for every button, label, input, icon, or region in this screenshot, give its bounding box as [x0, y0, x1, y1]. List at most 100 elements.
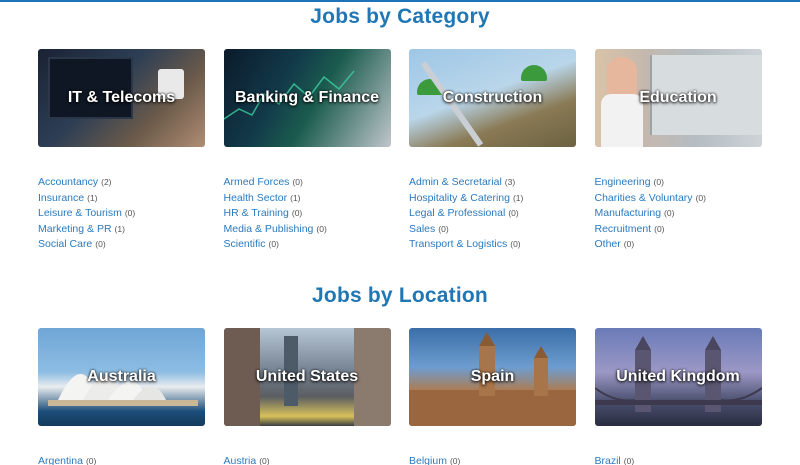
category-link[interactable]: Leisure & Tourism	[38, 207, 122, 219]
tile-united-states[interactable]: United States	[223, 328, 391, 426]
job-count: (1)	[290, 192, 301, 203]
location-tiles: Australia United States Spain United Kin…	[38, 328, 762, 426]
list-item: Health Sector (1)	[224, 191, 404, 207]
category-link[interactable]: Admin & Secretarial	[409, 176, 502, 188]
category-link[interactable]: Insurance	[38, 192, 84, 204]
job-count: (0)	[623, 456, 635, 465]
tile-label: Spain	[470, 368, 515, 385]
category-column-4: Engineering (0) Charities & Voluntary (0) …	[595, 175, 775, 253]
location-link[interactable]: Argentina	[38, 455, 83, 465]
job-count: (2)	[101, 177, 112, 187]
list-item: Austria (0)	[224, 454, 404, 465]
category-link[interactable]: Scientific	[224, 238, 266, 250]
category-link[interactable]: Legal & Professional	[409, 207, 505, 219]
category-link[interactable]: Transport & Logistics	[409, 238, 507, 250]
job-count: (0)	[316, 223, 327, 234]
job-count: (0)	[124, 208, 136, 219]
category-link[interactable]: Manufacturing	[595, 207, 662, 219]
job-count: (0)	[623, 239, 635, 250]
list-item: Recruitment (0)	[595, 222, 775, 238]
location-column-1: Argentina (0)	[38, 454, 218, 465]
category-link[interactable]: Accountancy	[38, 176, 98, 188]
tile-construction[interactable]: Construction	[409, 49, 576, 147]
list-item: Leisure & Tourism (0)	[38, 206, 218, 222]
laptop-screen-image	[48, 57, 133, 119]
list-item: Scientific (0)	[224, 237, 404, 253]
tile-label: United States	[255, 368, 359, 385]
hard-hat-right-image	[521, 65, 547, 81]
tile-united-kingdom[interactable]: United Kingdom	[594, 328, 762, 426]
category-link[interactable]: HR & Training	[224, 207, 289, 219]
list-item: Media & Publishing (0)	[224, 222, 404, 238]
list-item: Armed Forces (0)	[224, 175, 404, 191]
tile-label: Construction	[442, 89, 543, 106]
tile-it-telecoms[interactable]: IT & Telecoms	[38, 49, 205, 147]
list-item: Insurance (1)	[38, 191, 218, 207]
tile-australia[interactable]: Australia	[38, 328, 205, 426]
category-link[interactable]: Other	[595, 238, 621, 250]
job-count: (0)	[438, 223, 449, 234]
list-item: Hospitality & Catering (1)	[409, 191, 589, 207]
list-item: Brazil (0)	[595, 454, 775, 465]
section-title-location: Jobs by Location	[312, 284, 488, 307]
job-count: (0)	[508, 208, 519, 219]
category-link[interactable]: Charities & Voluntary	[595, 192, 693, 204]
category-link[interactable]: Armed Forces	[224, 176, 290, 188]
category-link[interactable]: Media & Publishing	[224, 223, 314, 235]
category-column-2: Armed Forces (0) Health Sector (1) HR & Tr…	[224, 175, 404, 253]
job-count: (0)	[654, 223, 665, 234]
tile-label: IT & Telecoms	[67, 89, 176, 106]
list-item: Transport & Logistics (0)	[409, 237, 589, 253]
job-count: (0)	[95, 239, 106, 250]
tile-education[interactable]: Education	[594, 49, 762, 147]
list-item: Argentina (0)	[38, 454, 218, 465]
list-item: Marketing & PR (1)	[38, 222, 218, 238]
category-link[interactable]: Sales	[409, 223, 435, 235]
location-link[interactable]: Brazil	[595, 455, 621, 465]
list-item: Other (0)	[595, 237, 775, 253]
job-count: (0)	[449, 456, 461, 465]
job-count: (0)	[85, 456, 97, 465]
job-count: (0)	[268, 239, 279, 250]
list-item: Social Care (0)	[38, 237, 218, 253]
location-link[interactable]: Belgium	[409, 455, 447, 465]
job-count: (0)	[291, 208, 303, 219]
job-count: (0)	[695, 192, 706, 203]
list-item: Belgium (0)	[409, 454, 589, 465]
tile-label: Banking & Finance	[234, 89, 380, 106]
job-count: (1)	[87, 192, 98, 203]
category-link[interactable]: Hospitality & Catering	[409, 192, 510, 204]
tile-label: United Kingdom	[616, 368, 740, 385]
tile-label: Australia	[87, 368, 156, 385]
category-link[interactable]: Marketing & PR	[38, 223, 112, 235]
list-item: Manufacturing (0)	[595, 206, 775, 222]
job-count: (0)	[510, 239, 521, 250]
tile-spain[interactable]: Spain	[409, 328, 576, 426]
tile-label: Education	[639, 89, 717, 106]
job-count: (0)	[664, 208, 675, 219]
job-count: (1)	[512, 192, 524, 203]
category-link[interactable]: Engineering	[595, 176, 651, 188]
list-item: Engineering (0)	[595, 175, 775, 191]
category-link[interactable]: Recruitment	[595, 223, 652, 235]
list-item: HR & Training (0)	[224, 206, 404, 222]
location-link[interactable]: Austria	[224, 455, 257, 465]
list-item: Admin & Secretarial (3)	[409, 175, 589, 191]
category-link[interactable]: Social Care	[38, 238, 92, 250]
job-count: (0)	[259, 456, 270, 465]
category-link[interactable]: Health Sector	[224, 192, 288, 204]
job-count: (0)	[292, 177, 303, 187]
category-tiles: IT & Telecoms Banking & Finance Construc…	[38, 49, 762, 147]
job-count: (0)	[653, 177, 664, 187]
top-border	[0, 0, 800, 2]
list-item: Legal & Professional (0)	[409, 206, 589, 222]
list-item: Accountancy (2)	[38, 175, 218, 191]
tile-banking-finance[interactable]: Banking & Finance	[223, 49, 391, 147]
category-column-1: Accountancy (2) Insurance (1) Leisure & To…	[38, 175, 218, 253]
location-column-2: Austria (0)	[224, 454, 404, 465]
location-column-4: Brazil (0)	[595, 454, 775, 465]
location-column-3: Belgium (0)	[409, 454, 589, 465]
job-count: (1)	[114, 223, 125, 234]
job-count: (3)	[504, 177, 516, 187]
list-item: Charities & Voluntary (0)	[595, 191, 775, 207]
